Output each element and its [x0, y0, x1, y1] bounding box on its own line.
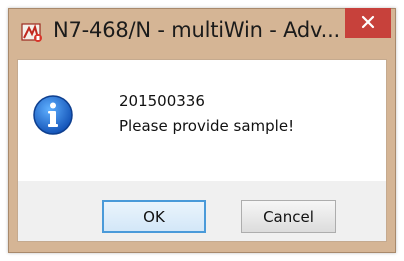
multiwin-app-icon	[21, 21, 43, 43]
window-title: N7-468/N - multiWin - Adv...	[53, 18, 341, 42]
cancel-button[interactable]: Cancel	[241, 200, 336, 233]
close-button[interactable]	[345, 8, 391, 38]
ok-button[interactable]: OK	[102, 200, 206, 233]
title-bar[interactable]: N7-468/N - multiWin - Adv...	[9, 8, 395, 59]
close-icon	[361, 14, 375, 33]
dialog-content: 201500336 Please provide sample! OK Canc…	[17, 59, 387, 242]
message-line-2: Please provide sample!	[119, 117, 295, 135]
info-icon	[32, 94, 74, 136]
message-line-1: 201500336	[119, 92, 205, 110]
dialog-window: N7-468/N - multiWin - Adv... 201500336 P…	[8, 8, 396, 253]
